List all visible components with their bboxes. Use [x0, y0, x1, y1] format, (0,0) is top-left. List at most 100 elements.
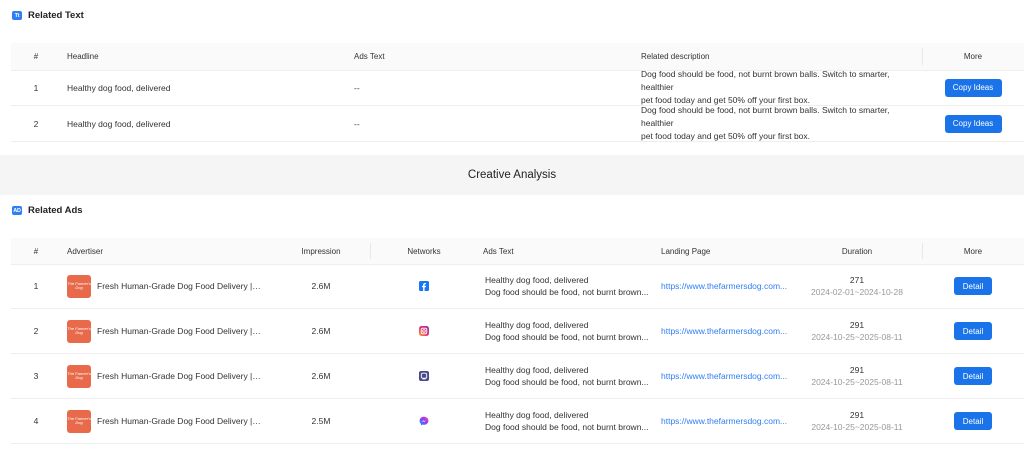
ads-text: -- [354, 82, 360, 93]
table-row: 4 The Farmer's Dog Fresh Human-Grade Dog F… [11, 399, 1024, 444]
ads-text-cell: Healthy dog food, delivered Dog food shou… [485, 264, 655, 308]
text-badge-icon: Tt [12, 11, 22, 20]
duration-cell: 271 2024-02-01~2024-10-28 [801, 264, 913, 308]
ad-headline: Healthy dog food, delivered [485, 275, 589, 285]
landing-page-link[interactable]: https://www.thefarmersdog.com... [661, 281, 787, 291]
duration-dates: 2024-02-01~2024-10-28 [811, 287, 903, 297]
more-cell: Copy Ideas [921, 70, 1024, 105]
ad-body: Dog food should be food, not burnt brown… [485, 287, 649, 297]
col-num: # [33, 52, 39, 61]
more-cell: Detail [921, 354, 1024, 398]
landing-page-link[interactable]: https://www.thefarmersdog.com... [661, 326, 787, 336]
table-row: 1 The Farmer's Dog Fresh Human-Grade Dog F… [11, 264, 1024, 309]
col-advertiser: Advertiser [67, 246, 104, 256]
ads-text-cell: Healthy dog food, delivered Dog food shou… [485, 354, 655, 398]
landing-page-link[interactable]: https://www.thefarmersdog.com... [661, 371, 787, 381]
landing-page-cell: https://www.thefarmersdog.com... [661, 264, 791, 308]
row-number: 2 [33, 326, 39, 336]
advertiser-thumbnail: The Farmer's Dog [67, 364, 91, 388]
impression-value: 2.6M [311, 281, 331, 291]
description-line-1: Dog food should be food, not burnt brown… [641, 105, 890, 128]
headline-text: Healthy dog food, delivered [67, 118, 171, 129]
more-cell: Detail [921, 264, 1024, 308]
ad-body: Dog food should be food, not burnt brown… [485, 332, 649, 342]
ad-headline: Healthy dog food, delivered [485, 410, 589, 420]
duration-days: 271 [849, 275, 865, 285]
advertiser-name: Fresh Human-Grade Dog Food Delivery | T.… [97, 326, 262, 336]
col-networks: Networks [407, 246, 441, 256]
network-cell [371, 399, 477, 443]
related-text-table-header: # Headline Ads Text Related description … [11, 43, 1024, 71]
related-ads-header: AD Related Ads [12, 205, 83, 216]
row-number: 3 [33, 371, 39, 381]
advertiser-thumbnail: The Farmer's Dog [67, 274, 91, 298]
related-description: Dog food should be food, not burnt brown… [641, 69, 921, 105]
related-description: Dog food should be food, not burnt brown… [641, 105, 921, 141]
column-divider [922, 48, 923, 65]
facebook-icon [419, 281, 429, 291]
advertiser-thumbnail: The Farmer's Dog [67, 319, 91, 343]
duration-days: 291 [849, 410, 865, 420]
duration-days: 291 [849, 365, 865, 375]
audience-network-icon [419, 371, 429, 381]
advertiser-cell[interactable]: The Farmer's Dog Fresh Human-Grade Dog Fo… [67, 309, 267, 353]
advertiser-cell[interactable]: The Farmer's Dog Fresh Human-Grade Dog Fo… [67, 354, 267, 398]
copy-ideas-button[interactable]: Copy Ideas [944, 78, 1002, 97]
col-related-description: Related description [641, 52, 710, 61]
col-duration: Duration [841, 246, 873, 256]
col-impression: Impression [301, 246, 341, 256]
column-divider [370, 243, 371, 259]
more-cell: Detail [921, 399, 1024, 443]
column-divider [922, 243, 923, 259]
ads-text: -- [354, 118, 360, 129]
table-row: 2 Healthy dog food, delivered -- Dog foo… [11, 105, 1024, 142]
related-text-header: Tt Related Text [12, 10, 84, 21]
impression-value: 2.6M [311, 371, 331, 381]
instagram-icon [419, 326, 429, 336]
col-headline: Headline [67, 52, 99, 61]
ad-badge-icon: AD [12, 206, 22, 215]
ads-text-cell: Healthy dog food, delivered Dog food shou… [485, 309, 655, 353]
col-num: # [33, 246, 39, 256]
col-more: More [963, 52, 983, 61]
duration-cell: 291 2024-10-25~2025-08-11 [801, 399, 913, 443]
more-cell: Copy Ideas [921, 106, 1024, 141]
advertiser-name: Fresh Human-Grade Dog Food Delivery | T.… [97, 416, 262, 426]
network-cell [371, 354, 477, 398]
table-row: 3 The Farmer's Dog Fresh Human-Grade Dog F… [11, 354, 1024, 399]
duration-cell: 291 2024-10-25~2025-08-11 [801, 309, 913, 353]
ads-text-cell: Healthy dog food, delivered Dog food shou… [485, 399, 655, 443]
messenger-icon [419, 416, 429, 426]
ad-body: Dog food should be food, not burnt brown… [485, 377, 649, 387]
landing-page-link[interactable]: https://www.thefarmersdog.com... [661, 416, 787, 426]
duration-dates: 2024-10-25~2025-08-11 [811, 377, 903, 387]
table-row: 1 Healthy dog food, delivered -- Dog foo… [11, 69, 1024, 106]
detail-button[interactable]: Detail [954, 412, 992, 430]
more-cell: Detail [921, 309, 1024, 353]
network-cell [371, 264, 477, 308]
related-ads-title: Related Ads [28, 205, 83, 216]
impression-value: 2.5M [311, 416, 331, 426]
advertiser-thumbnail: The Farmer's Dog [67, 409, 91, 433]
detail-button[interactable]: Detail [954, 367, 992, 385]
headline-text: Healthy dog food, delivered [67, 82, 171, 93]
landing-page-cell: https://www.thefarmersdog.com... [661, 399, 791, 443]
copy-ideas-button[interactable]: Copy Ideas [944, 114, 1002, 133]
ad-body: Dog food should be food, not burnt brown… [485, 422, 649, 432]
advertiser-cell[interactable]: The Farmer's Dog Fresh Human-Grade Dog Fo… [67, 264, 267, 308]
related-text-title: Related Text [28, 10, 84, 21]
landing-page-cell: https://www.thefarmersdog.com... [661, 309, 791, 353]
table-row: 2 The Farmer's Dog Fresh Human-Grade Dog F… [11, 309, 1024, 354]
detail-button[interactable]: Detail [954, 277, 992, 295]
row-number: 4 [33, 416, 39, 426]
advertiser-cell[interactable]: The Farmer's Dog Fresh Human-Grade Dog Fo… [67, 399, 267, 443]
advertiser-name: Fresh Human-Grade Dog Food Delivery | T.… [97, 281, 262, 291]
col-ads-text: Ads Text [354, 52, 385, 61]
row-number: 1 [33, 82, 39, 93]
duration-days: 291 [849, 320, 865, 330]
impression-value: 2.6M [311, 326, 331, 336]
col-ads-text: Ads Text [483, 246, 514, 256]
duration-dates: 2024-10-25~2025-08-11 [811, 332, 903, 342]
advertiser-name: Fresh Human-Grade Dog Food Delivery | T.… [97, 371, 262, 381]
detail-button[interactable]: Detail [954, 322, 992, 340]
